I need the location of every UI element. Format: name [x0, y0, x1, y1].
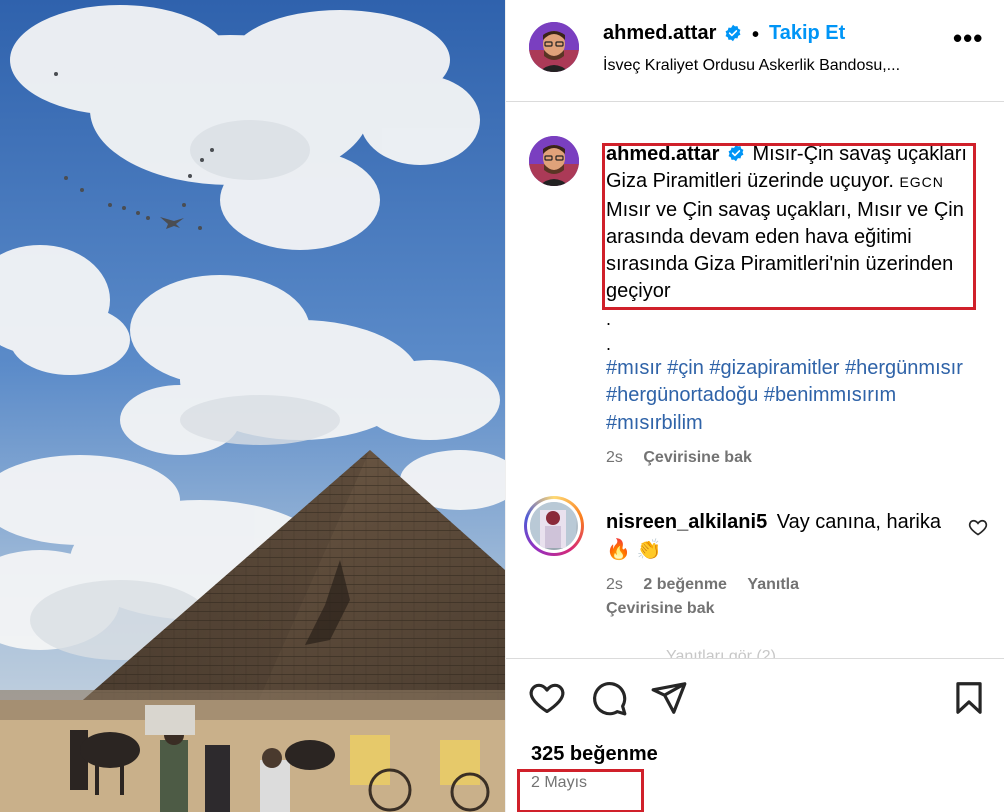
caption-username[interactable]: ahmed.attar — [606, 143, 719, 165]
author-username[interactable]: ahmed.attar — [603, 22, 716, 45]
comment-translate-link[interactable]: Çevirisine bak — [606, 600, 715, 618]
hashtag-link[interactable]: #mısır — [606, 357, 662, 379]
view-replies-link[interactable]: Yanıtları gör (2) — [666, 648, 776, 658]
post-date: 2 Mayıs — [531, 774, 588, 791]
verified-badge-icon — [728, 144, 744, 162]
author-avatar[interactable] — [529, 22, 579, 72]
commenter-avatar[interactable] — [524, 496, 584, 556]
comment-reply-button[interactable]: Yanıtla — [747, 576, 799, 593]
follow-button[interactable]: Takip Et — [769, 22, 845, 45]
pyramid-photo — [0, 0, 505, 812]
caption-time[interactable]: 2s — [606, 449, 623, 466]
more-icon[interactable]: ••• — [953, 25, 983, 51]
caption-translate-link[interactable]: Çevirisine bak — [643, 449, 752, 466]
post-like-count[interactable]: 325 beğenme — [531, 743, 658, 766]
hashtag-link[interactable]: #hergünmısır — [845, 357, 963, 379]
caption-source-tag: EGCN — [899, 174, 944, 191]
bookmark-icon[interactable] — [950, 679, 988, 717]
comment-emoji: 🔥 👏 — [606, 539, 662, 561]
caption-dot-2: . — [606, 334, 612, 354]
hashtag-link[interactable]: #hergünortadoğu — [606, 384, 758, 406]
comments-section[interactable]: ahmed.attar Mısır-Çin savaş uçakları Giz… — [506, 103, 1004, 658]
hashtag-link[interactable]: #mısırbilim — [606, 412, 703, 434]
location-link[interactable]: İsveç Kraliyet Ordusu Askerlik Bandosu,.… — [603, 57, 900, 75]
post-caption: ahmed.attar Mısır-Çin savaş uçakları Giz… — [606, 141, 986, 306]
post-actions: 325 beğenme 2 Mayıs — [506, 658, 1004, 812]
comment-like-heart-icon[interactable] — [968, 517, 988, 537]
heart-icon[interactable] — [528, 679, 566, 717]
post-media-photo[interactable] — [0, 0, 505, 812]
verified-badge-icon — [725, 24, 741, 42]
caption-dot-1: . — [606, 309, 612, 329]
caption-avatar[interactable] — [529, 136, 579, 186]
comment-icon[interactable] — [590, 679, 628, 717]
comment-meta: 2s 2 beğenme Yanıtla — [606, 576, 799, 594]
comment-time[interactable]: 2s — [606, 576, 623, 593]
comment-body: nisreen_alkilani5 Vay canına, harika 🔥 👏 — [606, 508, 946, 564]
hashtag-link[interactable]: #çin — [667, 357, 704, 379]
post-sidebar: ahmed.attar • Takip Et ••• İsveç Kraliye… — [505, 0, 1004, 812]
commenter-username[interactable]: nisreen_alkilani5 — [606, 511, 767, 533]
comment-text: Vay canına, harika — [776, 511, 941, 533]
hashtag-link[interactable]: #benimmısırım — [764, 384, 896, 406]
share-icon[interactable] — [650, 679, 688, 717]
post-header: ahmed.attar • Takip Et ••• İsveç Kraliye… — [506, 0, 1004, 102]
caption-meta: 2s Çevirisine bak — [606, 449, 752, 467]
hashtag-link[interactable]: #gizapiramitler — [709, 357, 839, 379]
caption-text-2: Mısır ve Çin savaş uçakları, Mısır ve Çi… — [606, 198, 964, 303]
comment-likes[interactable]: 2 beğenme — [643, 576, 727, 593]
caption-hashtags: #mısır #çin #gizapiramitler #hergünmısır… — [606, 355, 996, 437]
separator-dot: • — [752, 24, 760, 46]
